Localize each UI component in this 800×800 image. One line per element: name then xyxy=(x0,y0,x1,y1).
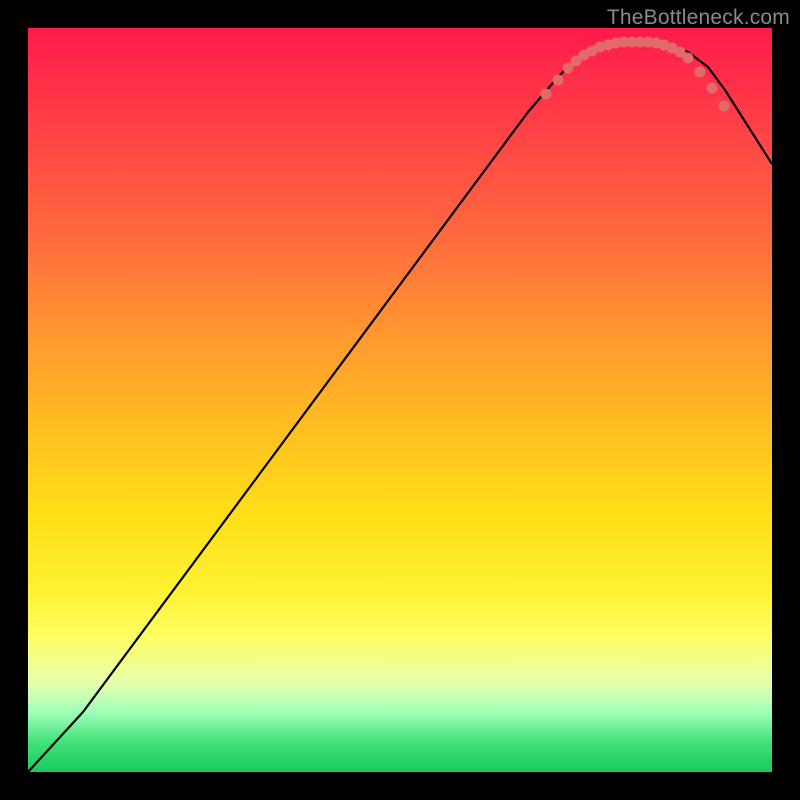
curve-marker xyxy=(541,89,552,100)
chart-stage: TheBottleneck.com xyxy=(0,0,800,800)
watermark-text: TheBottleneck.com xyxy=(607,6,790,30)
curve-layer xyxy=(28,28,772,772)
curve-marker xyxy=(695,67,706,78)
curve-marker xyxy=(553,75,564,86)
curve-marker xyxy=(707,83,718,94)
bottleneck-curve xyxy=(28,42,772,772)
plot-area xyxy=(28,28,772,772)
curve-marker xyxy=(719,101,730,112)
curve-marker xyxy=(683,53,694,64)
marker-group xyxy=(541,37,730,112)
